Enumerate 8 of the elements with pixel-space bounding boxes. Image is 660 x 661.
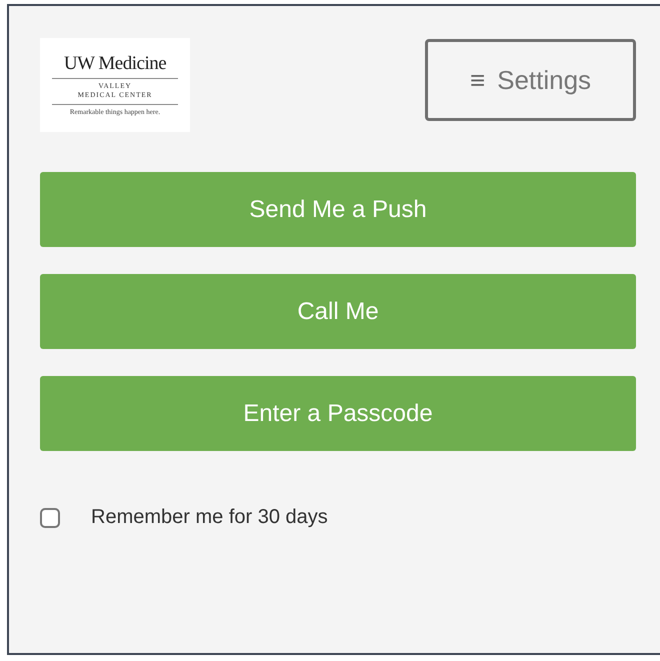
action-button[interactable]: Send Me a Push bbox=[40, 172, 636, 247]
logo-title: UW Medicine bbox=[64, 54, 166, 76]
settings-button[interactable]: ≡ Settings bbox=[425, 39, 636, 121]
action-button[interactable]: Call Me bbox=[40, 274, 636, 349]
action-button[interactable]: Enter a Passcode bbox=[40, 376, 636, 451]
remember-label: Remember me for 30 days bbox=[91, 506, 328, 529]
remember-checkbox[interactable] bbox=[40, 508, 60, 528]
menu-icon: ≡ bbox=[470, 64, 486, 96]
